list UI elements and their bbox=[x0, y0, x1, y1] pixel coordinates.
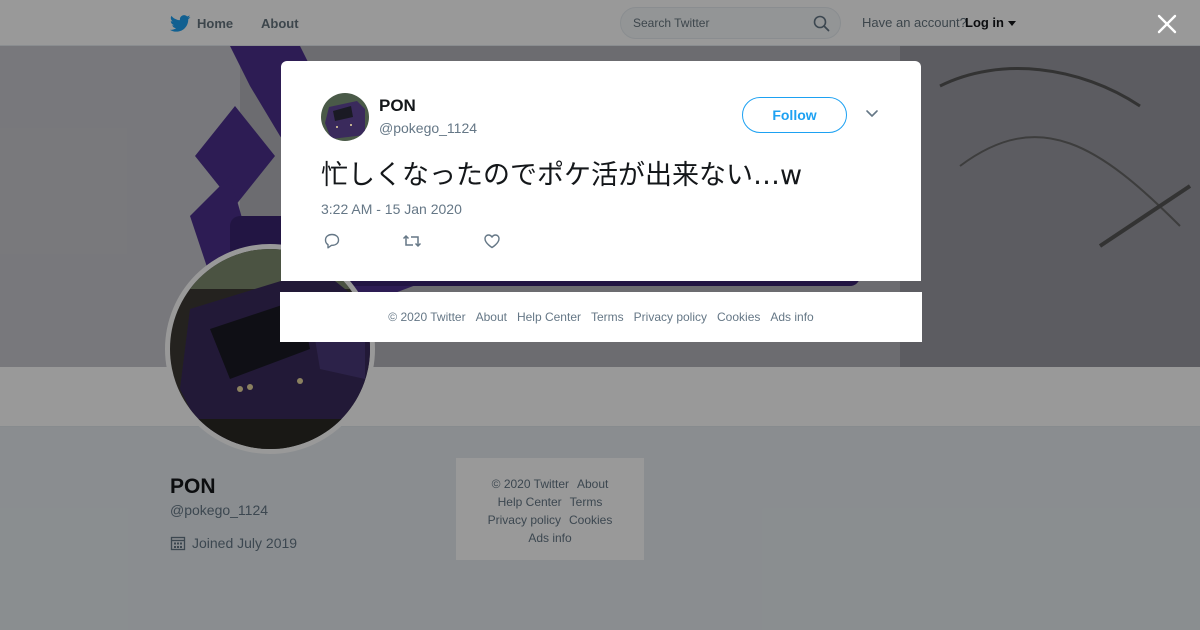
like-icon[interactable] bbox=[483, 232, 501, 250]
retweet-icon[interactable] bbox=[402, 232, 422, 250]
tweet-timestamp[interactable]: 3:22 AM - 15 Jan 2020 bbox=[321, 201, 462, 217]
reply-icon[interactable] bbox=[323, 232, 341, 250]
footer-about[interactable]: About bbox=[476, 310, 507, 324]
modal-footer: © 2020 Twitter About Help Center Terms P… bbox=[280, 292, 922, 342]
footer-cookies[interactable]: Cookies bbox=[717, 310, 760, 324]
author-avatar-image bbox=[321, 93, 369, 141]
footer-ads-info[interactable]: Ads info bbox=[770, 310, 813, 324]
tweet-author-handle[interactable]: @pokego_1124 bbox=[379, 120, 477, 136]
tweet-author-avatar[interactable] bbox=[321, 93, 369, 141]
tweet-modal: PON @pokego_1124 Follow 忙しくなったのでポケ活が出来ない… bbox=[281, 61, 921, 281]
tweet-text: 忙しくなったのでポケ活が出来ない…w bbox=[321, 160, 803, 191]
footer-copyright: © 2020 Twitter bbox=[388, 310, 466, 324]
footer-help-center[interactable]: Help Center bbox=[517, 310, 581, 324]
footer-terms[interactable]: Terms bbox=[591, 310, 624, 324]
follow-button[interactable]: Follow bbox=[742, 97, 847, 133]
footer-privacy-policy[interactable]: Privacy policy bbox=[634, 310, 707, 324]
tweet-author-name[interactable]: PON bbox=[379, 96, 416, 116]
chevron-down-icon[interactable] bbox=[865, 109, 879, 119]
close-icon[interactable] bbox=[1155, 12, 1179, 36]
